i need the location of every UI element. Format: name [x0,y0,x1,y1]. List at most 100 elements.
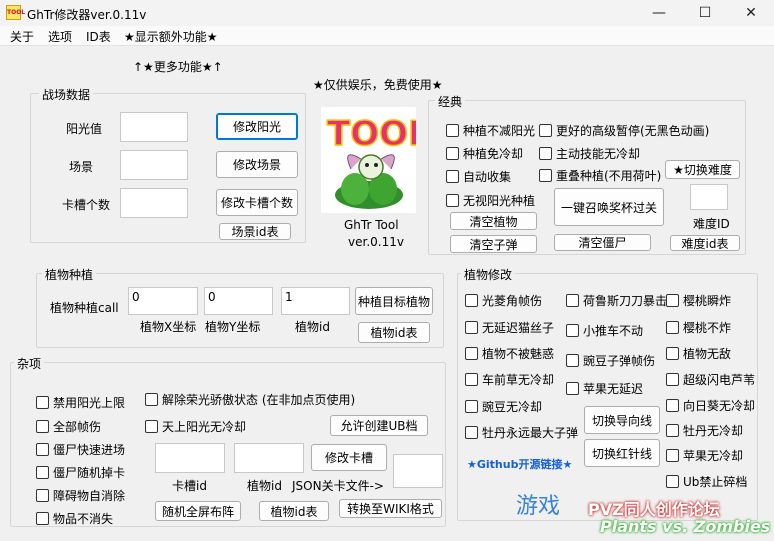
battle-data-legend: 战场数据 [39,86,94,103]
check-peony-no-cooldown-label: 牡丹无冷却 [683,424,744,438]
checkbox-icon [465,321,478,334]
checkbox-icon [446,170,459,183]
check-ignore-sun-label: 无视阳光种植 [463,194,536,208]
clear-plants-button[interactable]: 清空植物 [450,212,537,230]
check-overlap-plant[interactable]: 重叠种植(不用荷叶) [539,167,661,184]
plant-id-input[interactable]: 1 [281,287,350,315]
modify-card-slot-button[interactable]: 修改卡槽个数 [216,189,298,216]
checkbox-icon [539,124,552,137]
github-link[interactable]: ★Github开源链接★ [467,456,572,472]
card-id-input[interactable] [155,443,225,473]
check-no-sun-cost[interactable]: 种植不减阳光 [446,122,535,139]
check-disable-sun-limit[interactable]: 禁用阳光上限 [36,394,125,411]
checkbox-icon [666,424,679,437]
red-needle-button[interactable]: 切换红针线 [584,439,660,467]
check-apple-no-delay[interactable]: 苹果无延迟 [566,380,643,397]
checkbox-icon [465,373,478,386]
check-peony-no-cooldown[interactable]: 牡丹无冷却 [666,422,743,439]
check-better-pause[interactable]: 更好的高级暂停(无黑色动画) [539,122,709,139]
modify-card-button[interactable]: 修改卡槽 [311,444,387,471]
check-cherry-no-explode[interactable]: 樱桃不炸 [666,319,731,336]
plant-mod-legend: 植物修改 [461,266,516,283]
check-light-caltrop[interactable]: 光菱角帧伤 [465,292,542,309]
check-plantain-no-cooldown[interactable]: 车前草无冷却 [465,371,554,388]
menu-extra-features[interactable]: ★显示额外功能★ [124,28,218,45]
menu-id-table[interactable]: ID表 [86,28,111,45]
close-button[interactable]: ✕ [728,0,774,26]
menu-bar [0,26,774,46]
maximize-button[interactable]: ☐ [682,0,728,26]
check-items-persist[interactable]: 物品不消失 [36,510,113,527]
check-items-persist-label: 物品不消失 [53,512,114,526]
check-no-delay-dodder[interactable]: 无延迟猫丝子 [465,319,554,336]
check-obstacle-remove-label: 障碍物自消除 [53,489,126,503]
random-layout-button[interactable]: 随机全屏布阵 [155,501,241,521]
misc-plant-id-table-button[interactable]: 植物id表 [259,501,329,521]
scene-input[interactable] [120,150,188,180]
checkbox-icon [566,324,579,337]
check-auto-collect[interactable]: 自动收集 [446,168,511,185]
check-all-frame-damage[interactable]: 全部帧伤 [36,418,101,435]
difficulty-id-input[interactable] [690,184,728,210]
checkbox-icon [666,321,679,334]
guide-line-button[interactable]: 切换导向线 [584,406,660,434]
modify-scene-button[interactable]: 修改场景 [216,151,298,178]
menu-options[interactable]: 选项 [48,28,72,45]
switch-difficulty-button[interactable]: ★切换难度 [665,160,740,179]
check-sky-sun-no-cooldown[interactable]: 天上阳光无冷却 [145,418,246,435]
checkbox-icon [36,489,49,502]
card-id-label: 卡槽id [172,479,207,493]
allow-ub-button[interactable]: 允许创建UB档 [330,415,428,436]
check-plant-invincible[interactable]: 植物无敌 [666,345,731,362]
check-no-charm[interactable]: 植物不被魅惑 [465,345,554,362]
check-obstacle-remove[interactable]: 障碍物自消除 [36,487,125,504]
modify-sun-button[interactable]: 修改阳光 [216,113,298,140]
checkbox-icon [465,294,478,307]
menu-about[interactable]: 关于 [10,28,34,45]
minimize-button[interactable]: — [636,0,682,26]
check-zombie-drop-card[interactable]: 僵尸随机掉卡 [36,464,125,481]
check-ignore-sun[interactable]: 无视阳光种植 [446,192,535,209]
check-ub-no-break-label: Ub禁止碎档 [683,475,748,489]
clear-zombies-button[interactable]: 清空僵尸 [554,234,651,251]
misc-plant-id-input[interactable] [234,443,304,473]
check-ub-no-break[interactable]: Ub禁止碎档 [666,473,747,490]
check-sunflower-no-cooldown-label: 向日葵无冷却 [683,399,756,413]
check-zombie-drop-card-label: 僵尸随机掉卡 [53,466,126,480]
check-sky-sun-no-cooldown-label: 天上阳光无冷却 [162,420,247,434]
convert-wiki-button[interactable]: 转换至WIKI格式 [339,499,442,518]
difficulty-id-table-button[interactable]: 难度id表 [670,235,740,251]
check-cart-stay[interactable]: 小推车不动 [566,322,643,339]
check-super-lightning-reed[interactable]: 超级闪电芦苇 [666,371,755,388]
check-sunflower-no-cooldown[interactable]: 向日葵无冷却 [666,397,755,414]
checkbox-icon [145,420,158,433]
check-remove-glory-label: 解除荣光骄傲状态 (在非加点页使用) [162,393,356,407]
plant-target-button[interactable]: 种植目标植物 [355,287,433,315]
summon-trophy-button[interactable]: 一键召唤奖杯过关 [554,188,664,226]
more-features-link[interactable]: ↑★更多功能★↑ [133,58,223,75]
check-pea-bullet-damage[interactable]: 豌豆子弹帧伤 [566,352,655,369]
check-zombie-fast-entry[interactable]: 僵尸快速进场 [36,441,125,458]
card-slot-input[interactable] [120,188,188,218]
check-pea-no-cooldown[interactable]: 豌豆无冷却 [465,398,542,415]
check-cherry-instant[interactable]: 樱桃瞬炸 [666,292,731,309]
sun-input[interactable] [120,112,188,142]
check-no-cooldown[interactable]: 种植免冷却 [446,145,523,162]
plant-y-input[interactable]: 0 [204,287,273,315]
scene-id-table-button[interactable]: 场景id表 [219,223,291,240]
check-pea-no-cooldown-label: 豌豆无冷却 [482,400,543,414]
plant-x-input[interactable]: 0 [128,287,198,315]
check-horus-crit[interactable]: 荷鲁斯刀刀暴击 [566,292,667,309]
check-remove-glory[interactable]: 解除荣光骄傲状态 (在非加点页使用) [145,391,355,408]
clear-bullets-button[interactable]: 清空子弹 [450,235,537,253]
check-peony-max-bullet[interactable]: 牡丹永远最大子弹 [465,424,578,441]
check-skill-no-cooldown[interactable]: 主动技能无冷却 [539,145,640,162]
checkbox-icon [145,393,158,406]
checkbox-icon [446,124,459,137]
watermark-text: 游戏 [516,494,561,519]
check-apple-no-cooldown[interactable]: 苹果无冷却 [666,447,743,464]
check-cherry-no-explode-label: 樱桃不炸 [683,321,732,335]
plant-id-table-button[interactable]: 植物id表 [358,322,430,343]
json-file-input[interactable] [393,454,443,488]
plant-x-label: 植物X坐标 [140,320,197,334]
